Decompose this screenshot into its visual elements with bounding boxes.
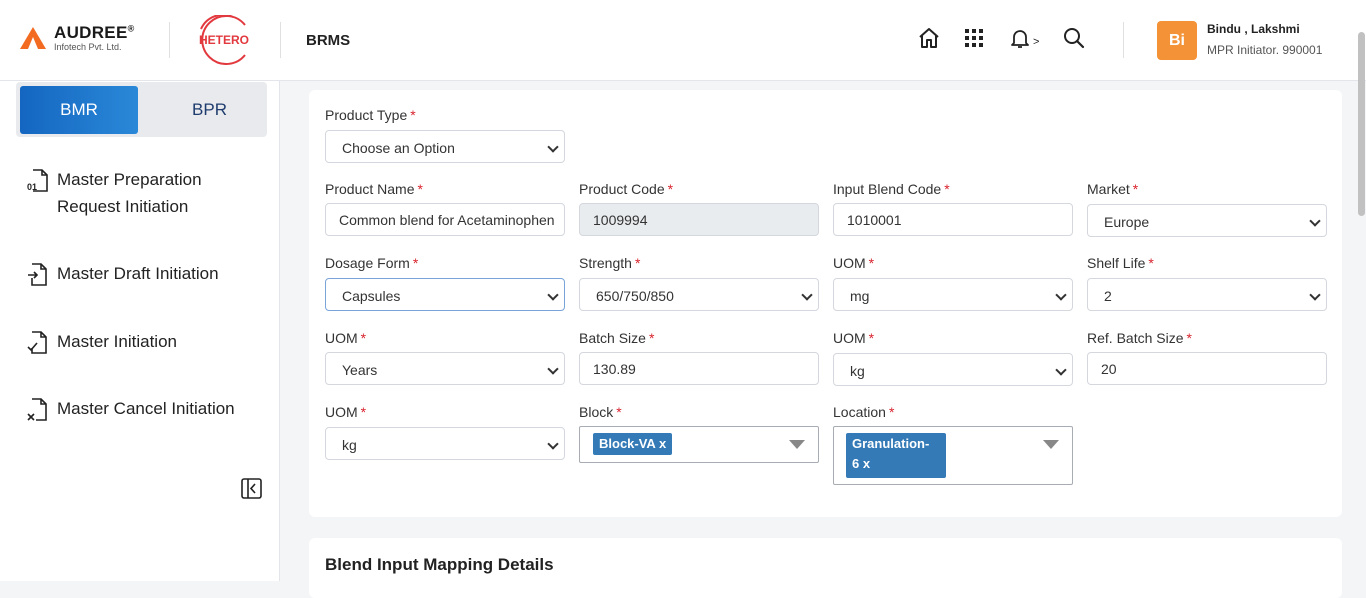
- batch-size-label: Batch Size *: [579, 330, 655, 346]
- uom-shelf-label: UOM *: [325, 330, 367, 346]
- block-chip[interactable]: Block-VA x: [593, 433, 673, 455]
- market-label: Market *: [1087, 181, 1139, 197]
- uom-ref-select[interactable]: kg: [325, 427, 565, 460]
- logo-subtitle: Infotech Pvt. Ltd.: [54, 42, 122, 52]
- sidebar-item-master-cancel-initiation[interactable]: Master Cancel Initiation: [26, 395, 235, 423]
- hetero-logo: HETERO: [199, 15, 249, 65]
- shelf-life-select[interactable]: 2: [1087, 278, 1327, 311]
- uom-ref-label: UOM *: [325, 404, 367, 420]
- product-type-label: Product Type *: [325, 107, 416, 123]
- document-check-icon: [27, 331, 47, 354]
- product-name-label: Product Name *: [325, 181, 423, 197]
- location-multiselect[interactable]: Granulation- 6 x: [833, 426, 1073, 485]
- header-divider: [1123, 22, 1124, 58]
- dosage-form-select[interactable]: Capsules: [325, 278, 565, 311]
- header-divider: [280, 22, 281, 58]
- sidebar: BMR BPR 01 Master Preparation Request In…: [0, 81, 280, 581]
- dosage-form-label: Dosage Form *: [325, 255, 419, 271]
- search-icon[interactable]: [1062, 26, 1086, 50]
- product-type-select[interactable]: Choose an Option: [325, 130, 565, 163]
- bmr-bpr-toggle: BMR BPR: [16, 82, 267, 137]
- section-title: Blend Input Mapping Details: [325, 555, 554, 574]
- block-label: Block *: [579, 404, 622, 420]
- audree-logo-mark-icon: [20, 27, 46, 49]
- product-details-form: Product Type * Choose an Option Product N…: [309, 90, 1342, 517]
- notification-caret: >: [1033, 36, 1040, 48]
- product-code-input: 1009994: [579, 203, 819, 236]
- block-multiselect[interactable]: Block-VA x: [579, 426, 819, 463]
- svg-text:01: 01: [27, 182, 37, 192]
- hetero-logo-text: HETERO: [199, 33, 249, 47]
- uom-strength-select[interactable]: mg: [833, 278, 1073, 311]
- sidebar-item-label: Master Draft Initiation: [57, 264, 219, 283]
- shelf-life-label: Shelf Life *: [1087, 255, 1154, 271]
- apps-grid-icon[interactable]: [962, 26, 986, 50]
- blend-input-mapping-section: Blend Input Mapping Details: [309, 538, 1342, 598]
- user-role: MPR Initiator. 990001: [1207, 43, 1323, 57]
- sidebar-item-master-preparation-request-initiation[interactable]: 01 Master Preparation Request Initiation: [26, 166, 202, 220]
- top-header: AUDREE® Infotech Pvt. Ltd. HETERO BRMS >…: [0, 0, 1366, 81]
- collapse-sidebar-icon[interactable]: [241, 478, 262, 499]
- uom-shelf-select[interactable]: Years: [325, 352, 565, 385]
- document-01-icon: 01: [27, 169, 48, 192]
- tab-bpr[interactable]: BPR: [156, 86, 263, 134]
- location-chip[interactable]: Granulation- 6 x: [846, 433, 946, 478]
- product-code-label: Product Code *: [579, 181, 674, 197]
- document-arrow-icon: [28, 263, 47, 286]
- input-blend-code-input[interactable]: 1010001: [833, 203, 1073, 236]
- location-chip-line: Granulation-: [852, 436, 930, 451]
- sidebar-item-label: Request Initiation: [57, 197, 189, 216]
- market-select[interactable]: Europe: [1087, 204, 1327, 237]
- uom-batch-label: UOM *: [833, 330, 875, 346]
- batch-size-input[interactable]: 130.89: [579, 352, 819, 385]
- sidebar-item-master-initiation[interactable]: Master Initiation: [26, 328, 177, 356]
- audree-logo[interactable]: AUDREE® Infotech Pvt. Ltd.: [20, 24, 135, 52]
- chevron-down-icon[interactable]: [789, 440, 805, 449]
- strength-select[interactable]: 650/750/850: [579, 278, 819, 311]
- sidebar-item-label: Master Initiation: [57, 332, 177, 351]
- product-name-input[interactable]: Common blend for Acetaminophen: [325, 203, 565, 236]
- logo-name: AUDREE: [54, 23, 128, 42]
- tab-bmr[interactable]: BMR: [20, 86, 138, 134]
- strength-label: Strength *: [579, 255, 641, 271]
- ref-batch-size-input[interactable]: 20: [1087, 352, 1327, 385]
- location-chip-line: 6 x: [852, 456, 871, 471]
- sidebar-item-master-draft-initiation[interactable]: Master Draft Initiation: [26, 260, 219, 288]
- location-label: Location *: [833, 404, 895, 420]
- uom-batch-select[interactable]: kg: [833, 353, 1073, 386]
- notification-bell-icon[interactable]: [1008, 26, 1032, 50]
- home-icon[interactable]: [917, 26, 941, 50]
- chevron-down-icon[interactable]: [1043, 440, 1059, 449]
- ref-batch-size-label: Ref. Batch Size *: [1087, 330, 1192, 346]
- avatar[interactable]: Bi: [1157, 21, 1197, 60]
- scrollbar-thumb[interactable]: [1358, 32, 1365, 216]
- input-blend-code-label: Input Blend Code *: [833, 181, 950, 197]
- sidebar-item-label: Master Cancel Initiation: [57, 399, 235, 418]
- logo-registered: ®: [127, 23, 135, 34]
- user-name[interactable]: Bindu , Lakshmi: [1207, 22, 1300, 36]
- uom-strength-label: UOM *: [833, 255, 875, 271]
- app-name: BRMS: [306, 32, 351, 49]
- header-divider: [169, 22, 170, 58]
- sidebar-item-label: Master Preparation: [57, 170, 202, 189]
- document-x-icon: [27, 398, 47, 421]
